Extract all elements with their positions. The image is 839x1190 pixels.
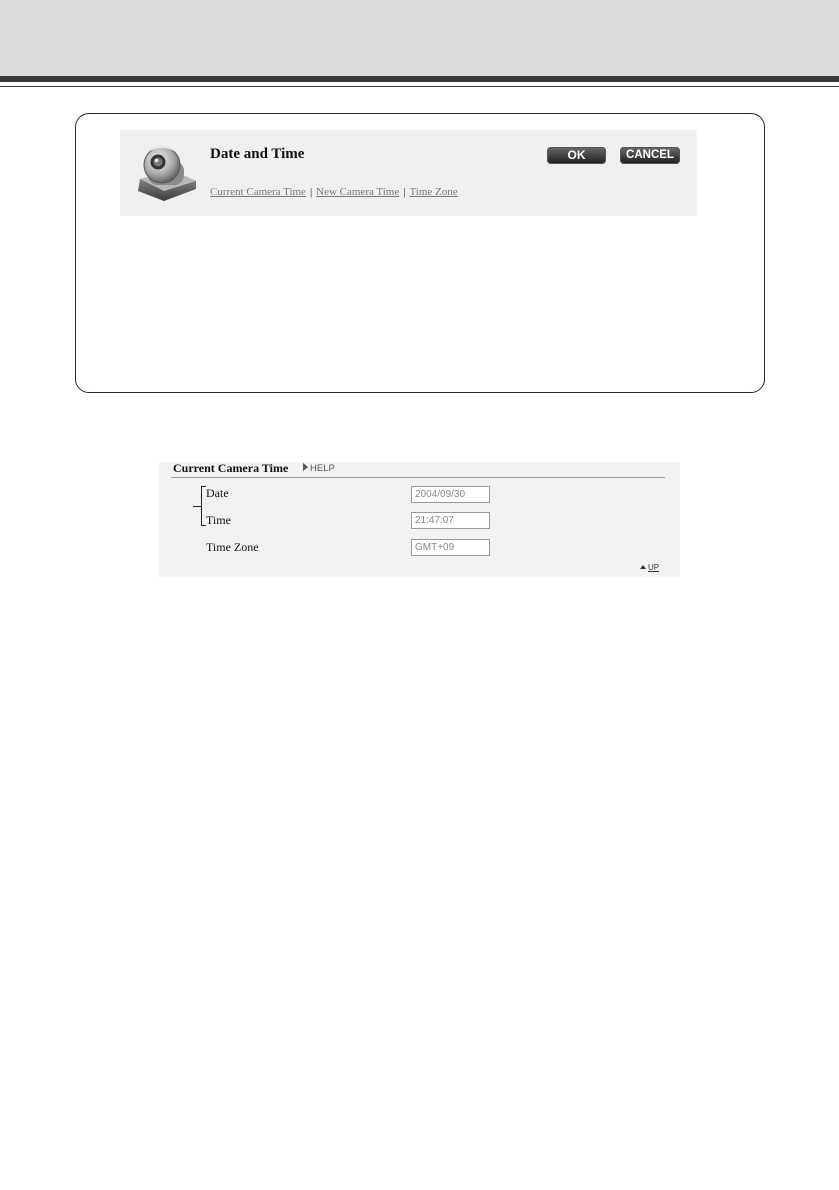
nav-link-new-camera-time[interactable]: New Camera Time [316, 186, 399, 198]
page-title: Date and Time [210, 146, 305, 162]
date-label: Date [206, 486, 229, 500]
help-label: HELP [310, 463, 335, 474]
nav-separator: | [309, 186, 313, 198]
time-zone-field[interactable]: GMT+09 [411, 539, 490, 556]
page-header-band [0, 0, 839, 76]
nav-link-time-zone[interactable]: Time Zone [409, 186, 457, 198]
settings-header [120, 130, 697, 216]
bracket-line [201, 486, 202, 526]
nav-separator: | [403, 186, 406, 198]
up-label: UP [648, 563, 660, 572]
triangle-up-icon [640, 565, 646, 569]
up-link[interactable]: UP [640, 563, 659, 572]
cancel-button[interactable]: CANCEL [620, 147, 680, 164]
triangle-right-icon [303, 463, 308, 471]
date-field[interactable]: 2004/09/30 [411, 486, 490, 503]
camera-icon [134, 141, 198, 203]
time-field[interactable]: 21:47:07 [411, 512, 490, 529]
header-rule-thick [0, 76, 839, 82]
help-link[interactable]: HELP [303, 463, 335, 474]
section-title: Current Camera Time [173, 461, 289, 475]
time-zone-label: Time Zone [206, 540, 259, 554]
section-nav: Current Camera Time | New Camera Time | Time… [210, 186, 458, 198]
bracket-line [193, 506, 201, 507]
time-label: Time [206, 513, 231, 527]
ok-button[interactable]: OK [547, 147, 606, 164]
section-divider [171, 477, 665, 478]
header-rule-thin [0, 86, 839, 87]
nav-link-current-camera-time[interactable]: Current Camera Time [210, 186, 306, 198]
